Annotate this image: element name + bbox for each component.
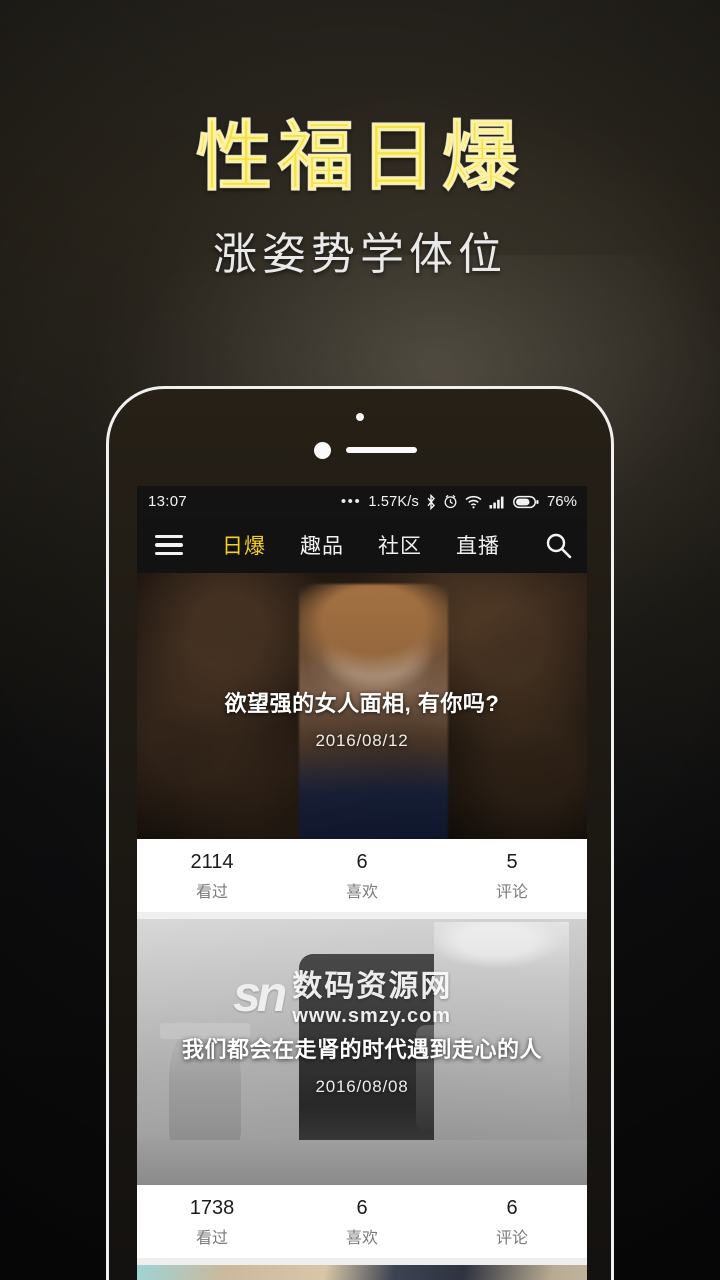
stat-likes[interactable]: 6 喜欢: [287, 1196, 437, 1248]
stat-label: 评论: [495, 1229, 528, 1247]
tab-shequ[interactable]: 社区: [361, 530, 439, 560]
front-camera-icon: [356, 413, 364, 421]
wifi-icon: [465, 495, 482, 509]
phone-mockup: 13:07 ••• 1.57K/s 76% 日爆 趣品 社区 直播 欲望强的女人…: [106, 386, 614, 1280]
card-photo-partial: [137, 1265, 587, 1280]
card-date: 2016/08/08: [315, 1076, 409, 1096]
battery-icon: [513, 495, 539, 509]
stat-value: 1738: [189, 1196, 235, 1219]
stat-label: 喜欢: [345, 1229, 378, 1247]
stat-views[interactable]: 2114 看过: [137, 850, 287, 902]
card-image[interactable]: 欲望强的女人面相, 有你吗? 2016/08/12: [137, 573, 587, 839]
earpiece-speaker-icon: [346, 447, 417, 453]
network-speed: 1.57K/s: [368, 493, 419, 510]
stat-comments[interactable]: 6 评论: [437, 1196, 587, 1248]
tab-bar: 日爆 趣品 社区 直播: [205, 530, 517, 577]
tab-zhibo[interactable]: 直播: [439, 530, 517, 560]
feed-card[interactable]: 欲望强的女人面相, 有你吗? 2016/08/12 2114 看过 6 喜欢 5: [137, 573, 587, 912]
signal-icon: [489, 495, 506, 509]
alarm-icon: [443, 494, 458, 509]
volume-down-button[interactable]: [106, 557, 109, 611]
search-icon[interactable]: [543, 530, 573, 560]
stat-label: 看过: [195, 883, 228, 901]
tab-ribao[interactable]: 日爆: [205, 530, 283, 577]
feed-card[interactable]: sn 数码资源网 www.smzy.com 我们都会在走肾的时代遇到走心的人 2…: [137, 919, 587, 1258]
stat-value: 6: [356, 850, 368, 873]
card-image[interactable]: sn 数码资源网 www.smzy.com 我们都会在走肾的时代遇到走心的人 2…: [137, 919, 587, 1185]
feed-card[interactable]: [137, 1265, 587, 1280]
stat-views[interactable]: 1738 看过: [137, 1196, 287, 1248]
phone-top-bezel: [109, 389, 611, 486]
card-stats: 1738 看过 6 喜欢 6 评论: [137, 1185, 587, 1258]
stat-value: 2114: [190, 850, 234, 873]
card-title: 欲望强的女人面相, 有你吗?: [224, 690, 500, 716]
stat-value: 5: [506, 850, 518, 873]
stat-likes[interactable]: 6 喜欢: [287, 850, 437, 902]
card-date: 2016/08/12: [315, 730, 409, 750]
volume-up-button[interactable]: [106, 489, 109, 543]
bluetooth-icon: [426, 493, 436, 510]
poster-subtitle: 涨姿势学体位: [213, 229, 507, 279]
tab-label: 日爆: [222, 535, 266, 558]
poster-title: 性福日爆: [196, 115, 524, 200]
app-navbar: 日爆 趣品 社区 直播: [137, 517, 587, 577]
stat-value: 6: [506, 1196, 518, 1219]
proximity-sensor-icon: [314, 442, 331, 459]
stat-comments[interactable]: 5 评论: [437, 850, 587, 902]
stat-label: 评论: [495, 883, 528, 901]
card-stats: 2114 看过 6 喜欢 5 评论: [137, 839, 587, 912]
status-time: 13:07: [148, 493, 188, 510]
overflow-dots-icon: •••: [340, 492, 362, 510]
hamburger-menu-icon[interactable]: [155, 534, 183, 556]
card-text-overlay: 欲望强的女人面相, 有你吗? 2016/08/12: [137, 573, 587, 839]
stat-value: 6: [356, 1196, 368, 1219]
poster-hero: 性福日爆 涨姿势学体位: [0, 115, 720, 282]
phone-screen: 13:07 ••• 1.57K/s 76% 日爆 趣品 社区 直播 欲望强的女人…: [137, 486, 587, 1280]
stat-label: 看过: [195, 1229, 228, 1247]
status-bar: 13:07 ••• 1.57K/s 76%: [137, 486, 587, 517]
card-title: 我们都会在走肾的时代遇到走心的人: [181, 1036, 542, 1062]
stat-label: 喜欢: [345, 883, 378, 901]
battery-percent: 76%: [546, 493, 577, 510]
power-button[interactable]: [611, 575, 614, 637]
card-text-overlay: 我们都会在走肾的时代遇到走心的人 2016/08/08: [137, 919, 587, 1185]
tab-qupin[interactable]: 趣品: [283, 530, 361, 560]
article-feed: 欲望强的女人面相, 有你吗? 2016/08/12 2114 看过 6 喜欢 5: [137, 573, 587, 1280]
card-image[interactable]: [137, 1265, 587, 1280]
